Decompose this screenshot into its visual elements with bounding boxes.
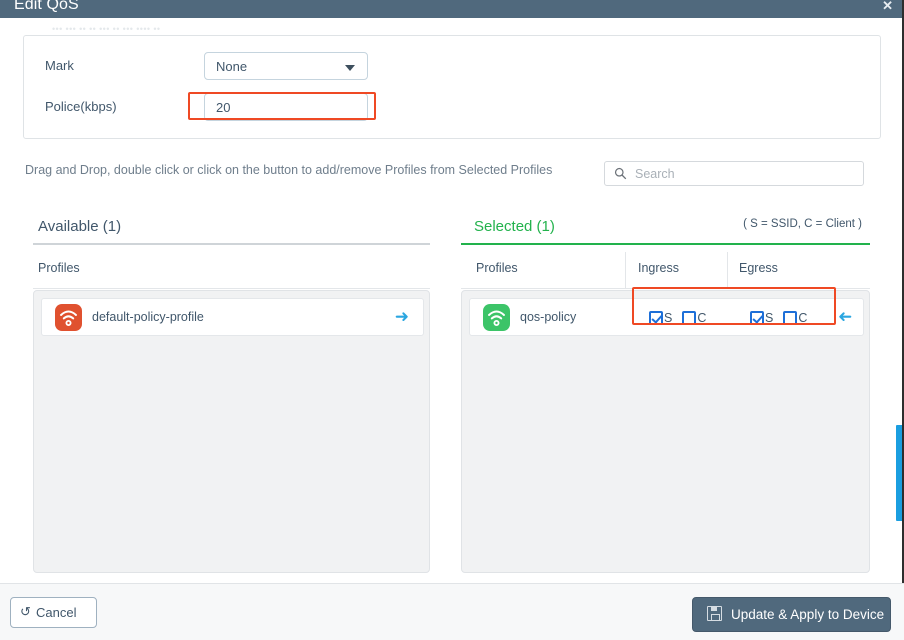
dialog-footer: ↺ Cancel Update & Apply to Device bbox=[0, 583, 904, 640]
cancel-button[interactable]: ↺ Cancel bbox=[10, 597, 97, 628]
arrow-left-icon[interactable]: ➜ bbox=[837, 307, 852, 326]
mark-select-value: None bbox=[216, 59, 248, 74]
arrow-right-icon[interactable]: ➜ bbox=[395, 308, 409, 326]
police-field-row: Police(kbps) 20 bbox=[24, 93, 880, 123]
edit-qos-dialog: Edit QoS ✕ ••• ••• •• •• ••• •• ••• ••••… bbox=[0, 0, 904, 640]
selected-heading: Selected (1) bbox=[474, 218, 555, 235]
dialog-titlebar: Edit QoS ✕ bbox=[0, 0, 904, 18]
mark-field-row: Mark None bbox=[24, 52, 880, 82]
egress-client-label: C bbox=[798, 310, 808, 325]
available-column-profiles: Profiles bbox=[38, 261, 80, 275]
ingress-checkbox-group: SC bbox=[649, 309, 706, 327]
clipped-text-remnant: ••• ••• •• •• ••• •• ••• •••• •• bbox=[52, 24, 161, 34]
mark-select[interactable]: None bbox=[204, 52, 368, 80]
egress-ssid-label: S bbox=[765, 310, 774, 325]
instructions-text: Drag and Drop, double click or click on … bbox=[25, 163, 553, 177]
search-box[interactable] bbox=[604, 161, 864, 186]
police-input[interactable]: 20 bbox=[204, 93, 368, 121]
search-icon bbox=[614, 167, 627, 180]
cancel-button-label: Cancel bbox=[36, 605, 77, 620]
dialog-title: Edit QoS bbox=[14, 0, 79, 13]
wifi-profile-icon bbox=[483, 304, 510, 331]
available-column-rule bbox=[33, 288, 430, 289]
police-input-value: 20 bbox=[216, 100, 231, 115]
profile-name: default-policy-profile bbox=[92, 310, 204, 324]
available-heading: Available (1) bbox=[38, 218, 122, 235]
arrow-left-glyph: ➜ bbox=[837, 307, 852, 326]
list-item[interactable]: qos-policy SC SC ➜ bbox=[469, 298, 864, 336]
egress-checkbox-group: SC bbox=[750, 309, 807, 327]
police-label: Police(kbps) bbox=[45, 99, 117, 114]
mark-label: Mark bbox=[45, 58, 74, 73]
ingress-ssid-checkbox[interactable] bbox=[649, 310, 663, 325]
wifi-profile-icon bbox=[55, 304, 82, 331]
selected-column-ingress: Ingress bbox=[638, 261, 679, 275]
selected-column-egress: Egress bbox=[739, 261, 778, 275]
available-profiles-panel[interactable]: default-policy-profile ➜ bbox=[33, 290, 430, 573]
list-item[interactable]: default-policy-profile ➜ bbox=[41, 298, 424, 336]
ssid-client-legend: ( S = SSID, C = Client ) bbox=[743, 218, 862, 230]
selected-column-rule bbox=[461, 288, 870, 289]
profile-name: qos-policy bbox=[520, 310, 577, 324]
selected-profiles-panel[interactable]: qos-policy SC SC ➜ bbox=[461, 290, 870, 573]
selected-column-profiles: Profiles bbox=[476, 261, 518, 275]
search-input[interactable] bbox=[633, 162, 853, 185]
ingress-client-checkbox[interactable] bbox=[682, 310, 697, 325]
chevron-down-icon bbox=[345, 65, 355, 71]
qos-form-card: Mark None Police(kbps) 20 bbox=[23, 35, 881, 139]
ingress-client-label: C bbox=[697, 310, 707, 325]
column-divider bbox=[727, 252, 728, 289]
undo-icon: ↺ bbox=[20, 604, 31, 619]
available-heading-rule bbox=[33, 243, 430, 245]
egress-ssid-checkbox[interactable] bbox=[750, 310, 764, 325]
save-disk-icon bbox=[707, 606, 722, 621]
ingress-ssid-label: S bbox=[664, 310, 673, 325]
update-apply-button[interactable]: Update & Apply to Device bbox=[692, 597, 891, 632]
egress-client-checkbox[interactable] bbox=[783, 310, 798, 325]
close-icon[interactable]: ✕ bbox=[882, 0, 893, 14]
column-divider bbox=[625, 252, 626, 289]
update-apply-button-label: Update & Apply to Device bbox=[731, 607, 885, 622]
selected-heading-rule bbox=[461, 243, 870, 245]
